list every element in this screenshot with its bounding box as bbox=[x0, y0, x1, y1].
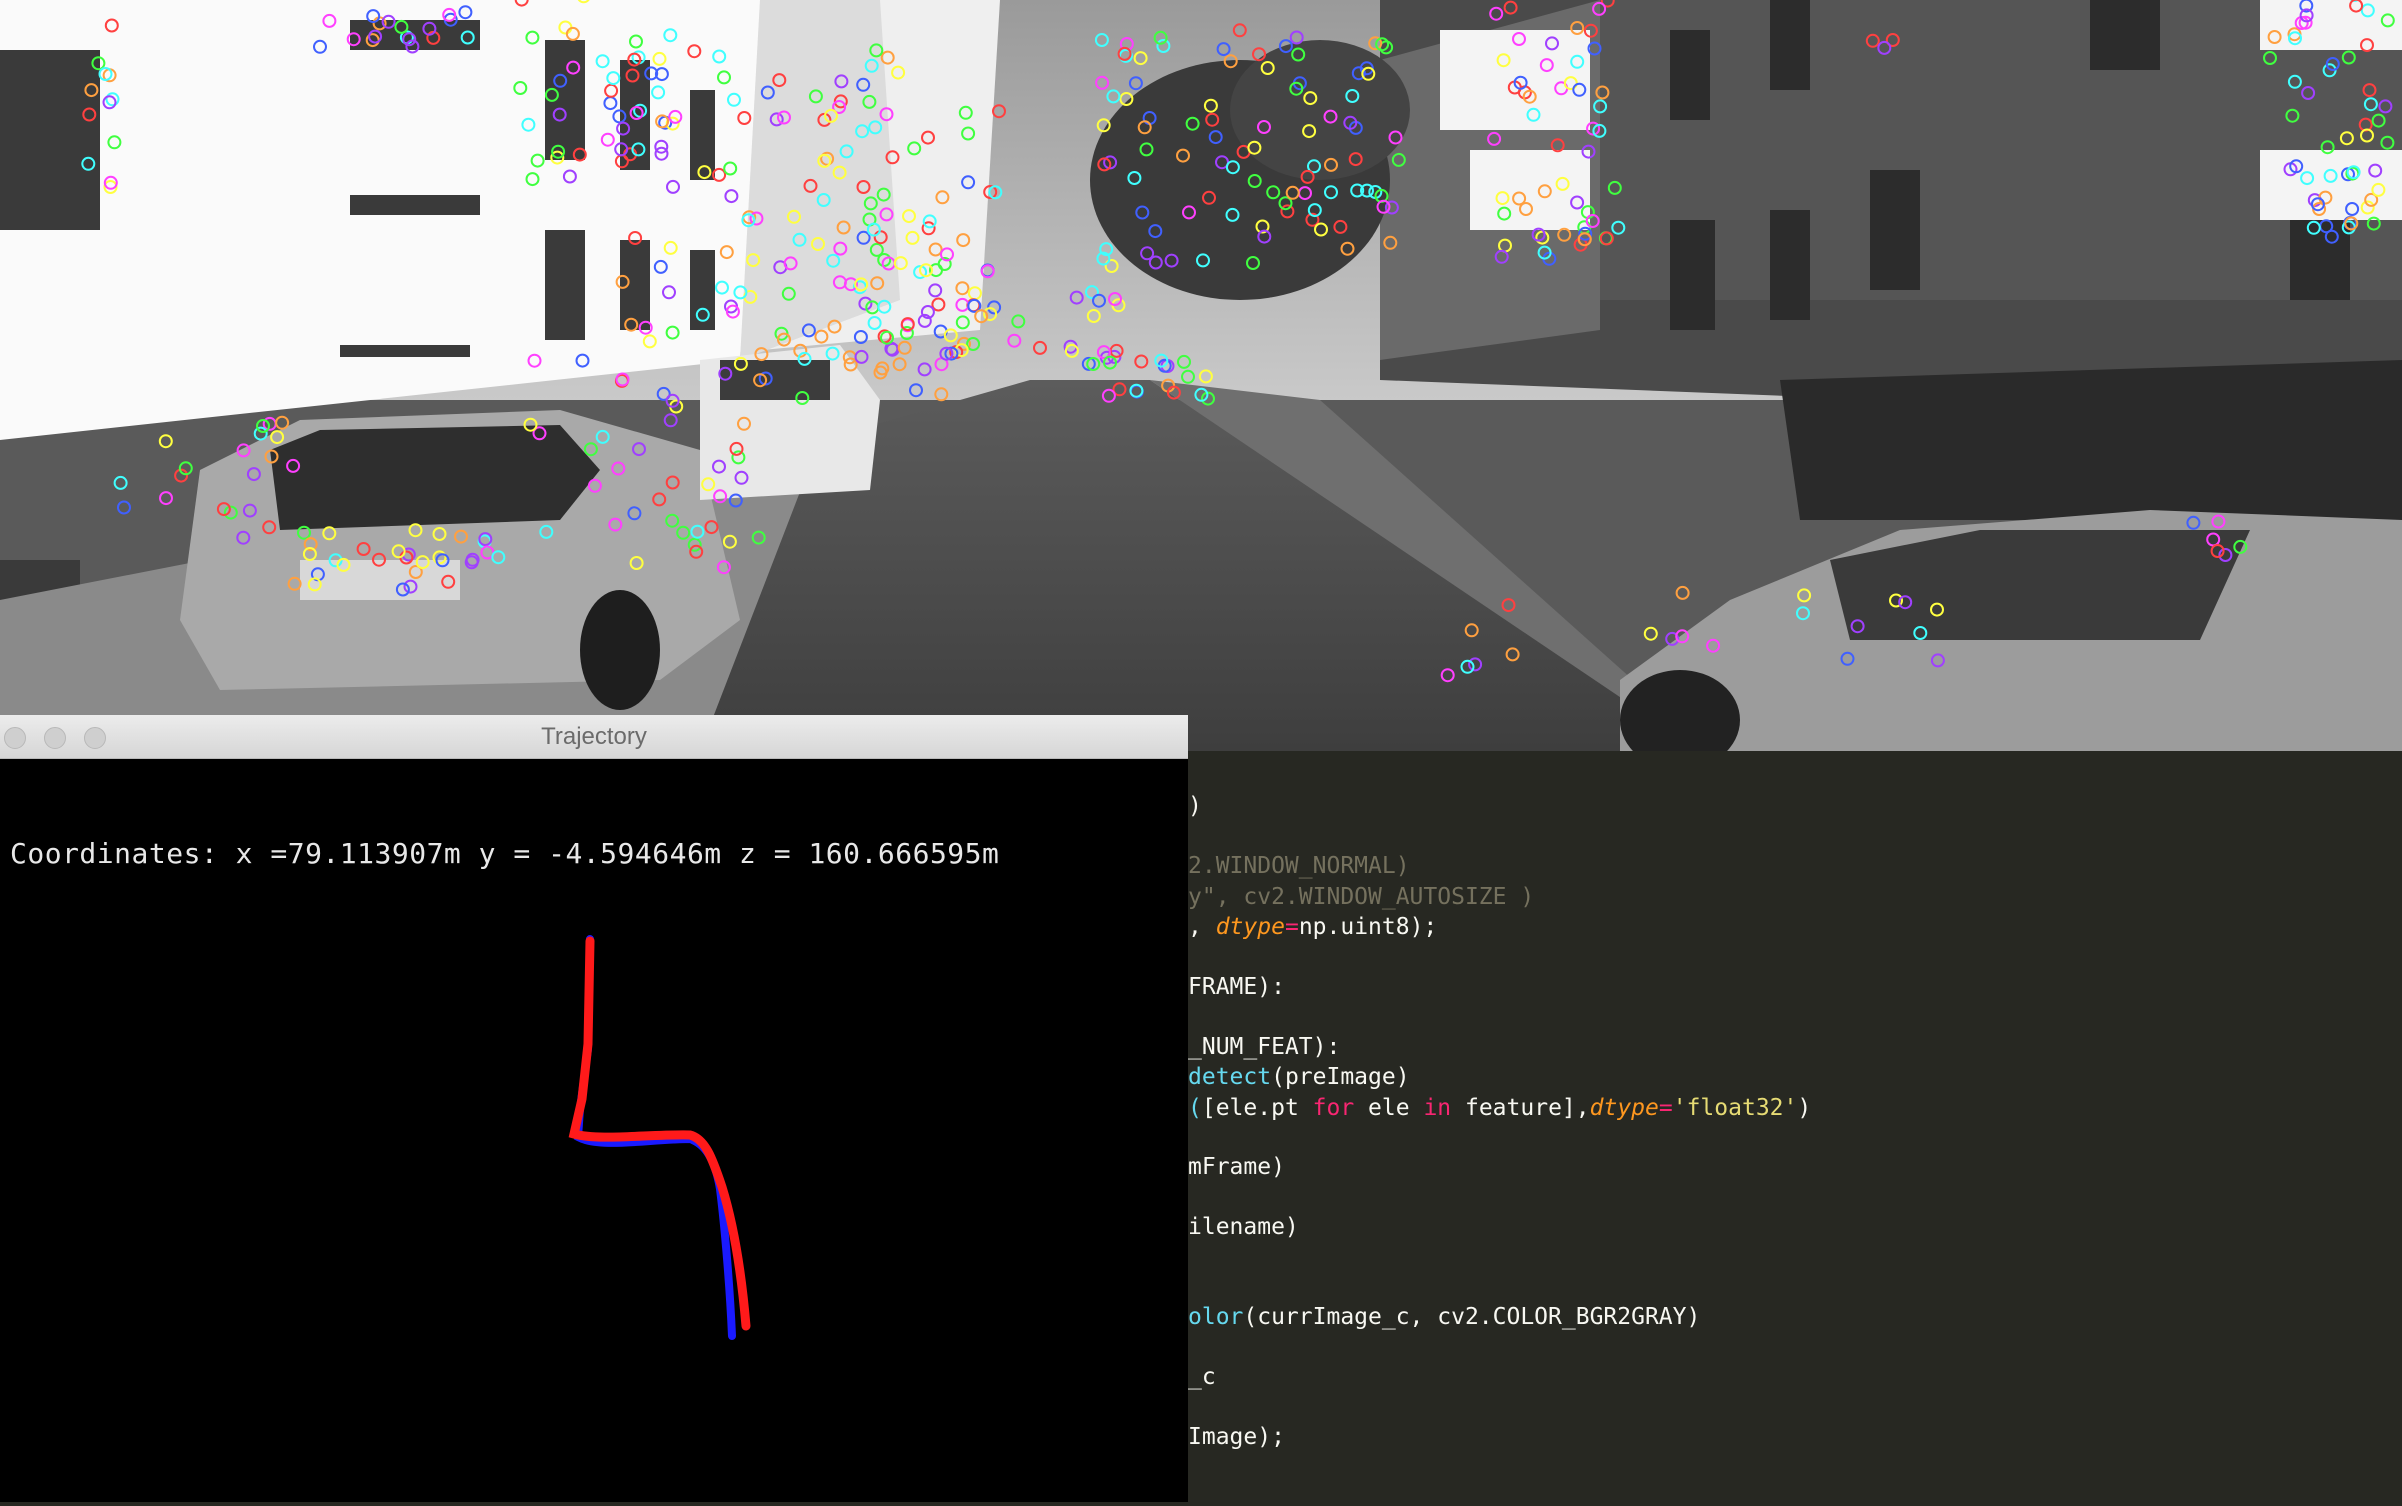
code-line: _c bbox=[1188, 1362, 1216, 1392]
estimated-path bbox=[568, 936, 751, 1331]
code-token: ele bbox=[1354, 1094, 1424, 1121]
code-token: dtype bbox=[1589, 1094, 1659, 1121]
code-token: _NUM_FEAT): bbox=[1188, 1033, 1341, 1060]
code-token: mFrame) bbox=[1188, 1154, 1285, 1181]
code-line: ) bbox=[1188, 791, 1202, 821]
code-token: ) bbox=[1188, 793, 1202, 820]
window-title: Trajectory bbox=[541, 723, 647, 750]
code-token: detect bbox=[1188, 1064, 1272, 1091]
feature-point bbox=[1675, 585, 1690, 600]
code-line: Image); bbox=[1188, 1422, 1285, 1452]
code-line: ([ele.pt for ele in feature],dtype='floa… bbox=[1188, 1093, 1811, 1123]
street-scene-image bbox=[0, 0, 2402, 751]
code-token: ( bbox=[1188, 1094, 1202, 1121]
feature-point bbox=[113, 475, 128, 490]
feature-point bbox=[159, 491, 173, 506]
code-token: ) bbox=[1797, 1094, 1812, 1121]
code-line: FRAME): bbox=[1188, 972, 1285, 1002]
code-line: y", cv2.WINDOW_AUTOSIZE ) bbox=[1188, 882, 1534, 912]
coordinates-readout: Coordinates: x =79.113907m y = -4.594646… bbox=[10, 837, 1000, 870]
code-line: olor(currImage_c, cv2.COLOR_BGR2GRAY) bbox=[1188, 1302, 1700, 1332]
feature-point bbox=[158, 434, 173, 449]
code-line: detect(preImage) bbox=[1188, 1062, 1410, 1092]
code-line: 2.WINDOW_NORMAL) bbox=[1188, 851, 1410, 881]
camera-frame-window bbox=[0, 0, 2402, 751]
code-token: olor bbox=[1188, 1304, 1244, 1331]
code-token: Image); bbox=[1188, 1423, 1285, 1450]
code-token: _c bbox=[1188, 1364, 1216, 1391]
code-line: mFrame) bbox=[1188, 1152, 1285, 1182]
code-token: for bbox=[1312, 1094, 1355, 1121]
code-line: , dtype=np.uint8); bbox=[1188, 912, 1437, 942]
trajectory-window: Trajectory Coordinates: x =79.113907m y … bbox=[0, 715, 1188, 1502]
code-token: ilename) bbox=[1188, 1214, 1299, 1241]
code-line: ilename) bbox=[1188, 1212, 1299, 1242]
trajectory-canvas: Coordinates: x =79.113907m y = -4.594646… bbox=[0, 759, 1188, 1502]
trajectory-plot bbox=[568, 935, 751, 1340]
code-token: 2.WINDOW_NORMAL) bbox=[1188, 853, 1410, 880]
feature-point bbox=[1643, 626, 1658, 641]
code-token: , bbox=[1188, 914, 1216, 941]
feature-point bbox=[663, 413, 678, 428]
code-token: np.uint8); bbox=[1298, 914, 1438, 941]
code-token: FRAME): bbox=[1188, 973, 1285, 1000]
feature-point bbox=[275, 415, 290, 430]
code-token: dtype bbox=[1215, 914, 1285, 941]
code-token: = bbox=[1284, 914, 1299, 941]
code-line: _NUM_FEAT): bbox=[1188, 1032, 1340, 1062]
window-titlebar[interactable]: Trajectory bbox=[0, 715, 1188, 759]
code-token: y", cv2.WINDOW_AUTOSIZE ) bbox=[1188, 883, 1535, 910]
code-editor-pane[interactable]: ) 2.WINDOW_NORMAL) y", cv2.WINDOW_AUTOSIZE… bbox=[1188, 751, 2402, 1502]
code-token: (currImage_c, cv2.COLOR_BGR2GRAY) bbox=[1243, 1304, 1701, 1331]
code-token: in bbox=[1423, 1094, 1452, 1121]
feature-point bbox=[253, 426, 268, 441]
code-token: 'float32' bbox=[1672, 1094, 1798, 1121]
code-token: feature], bbox=[1451, 1094, 1590, 1121]
code-token: (preImage) bbox=[1271, 1064, 1410, 1091]
feature-point bbox=[117, 500, 131, 515]
code-token: [ele.pt bbox=[1201, 1094, 1313, 1121]
code-token: = bbox=[1658, 1094, 1673, 1121]
feature-point bbox=[256, 419, 270, 433]
